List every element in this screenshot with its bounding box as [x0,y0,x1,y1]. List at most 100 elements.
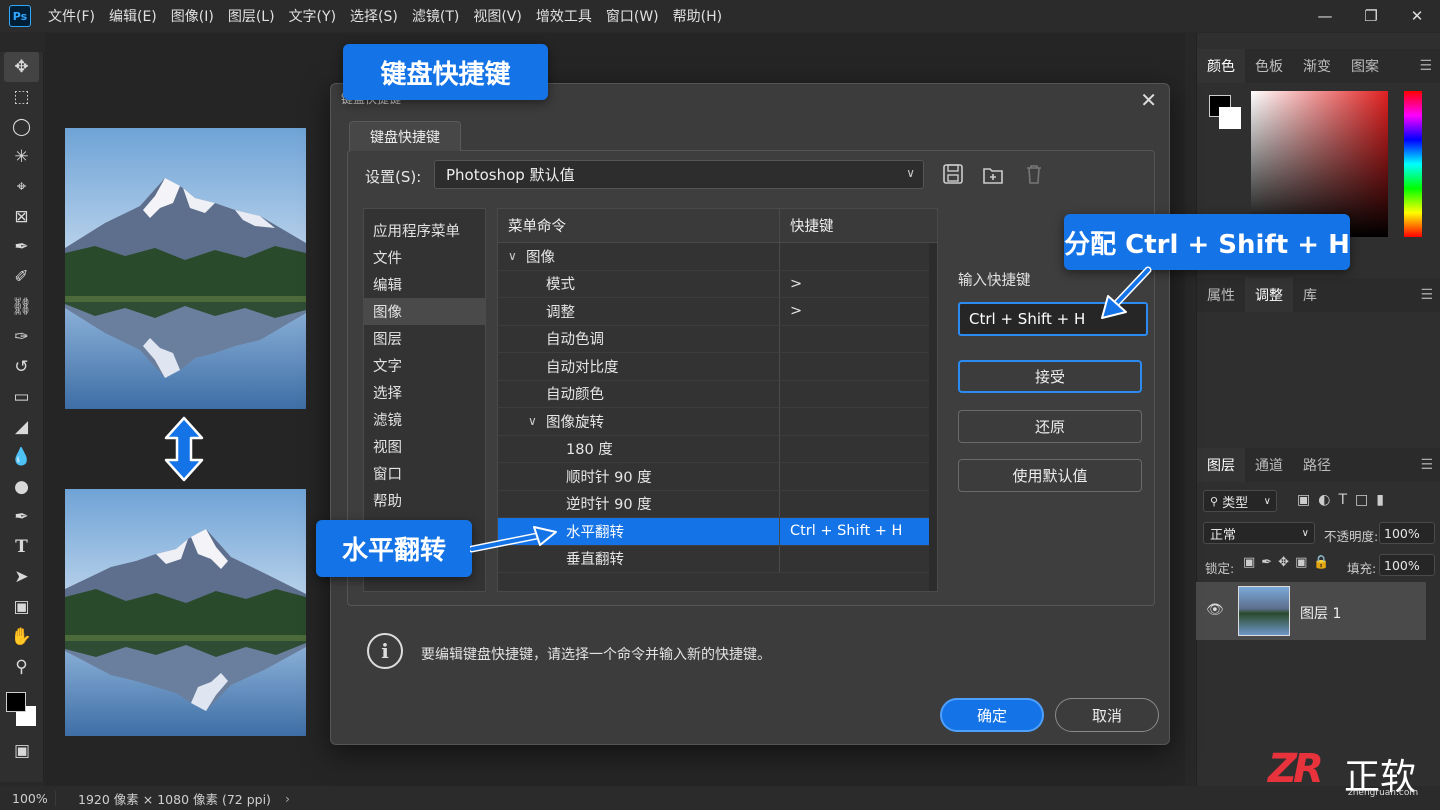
brush-tool-icon[interactable]: ✑ [0,322,43,352]
scrollbar[interactable] [929,243,937,591]
color-background-swatch[interactable] [1219,107,1241,129]
type-tool-icon[interactable]: T [0,532,43,562]
layer-row[interactable]: 👁 图层 1 [1196,582,1426,640]
table-row[interactable]: ∨ 图像 [498,243,937,271]
tab-color[interactable]: 颜色 [1197,49,1245,83]
quick-select-tool-icon[interactable]: ✳ [0,142,43,172]
table-row[interactable]: 调整 > [498,298,937,326]
menu-window[interactable]: 窗口(W) [599,6,666,26]
close-window-icon[interactable]: ✕ [1394,0,1440,32]
gradient-tool-icon[interactable]: ◢ [0,412,43,442]
lock-icons[interactable]: ▣✒✥▣🔒 [1243,555,1336,570]
crop-tool-icon[interactable]: ⌖ [0,172,43,202]
marquee-tool-icon[interactable]: ⬚ [0,82,43,112]
hand-tool-icon[interactable]: ✋ [0,622,43,652]
category-layer[interactable]: 图层 [364,325,485,352]
table-row[interactable]: 垂直翻转 [498,545,937,573]
layer-filter-select[interactable]: ⚲ 类型 ∨ [1203,490,1277,512]
tab-paths[interactable]: 路径 [1293,448,1341,482]
tab-adjustments[interactable]: 调整 [1245,278,1293,312]
ok-button[interactable]: 确定 [940,698,1044,732]
category-help[interactable]: 帮助 [364,487,485,514]
close-icon[interactable]: ✕ [1140,88,1157,112]
undo-button[interactable]: 还原 [958,410,1142,443]
accept-button[interactable]: 接受 [958,360,1142,393]
menu-file[interactable]: 文件(F) [41,6,102,26]
dodge-tool-icon[interactable]: ● [0,472,43,502]
frame-tool-icon[interactable]: ⊠ [0,202,43,232]
menu-type[interactable]: 文字(Y) [282,6,343,26]
tab-patterns[interactable]: 图案 [1341,49,1389,83]
category-filter[interactable]: 滤镜 [364,406,485,433]
menu-filter[interactable]: 滤镜(T) [405,6,466,26]
stamp-tool-icon[interactable]: ⛓ [0,292,43,322]
category-image[interactable]: 图像 [364,298,485,325]
layer-filter-icons[interactable]: ▣◐T□▮ [1297,492,1392,508]
blend-mode-select[interactable]: 正常 ∨ [1203,522,1315,544]
move-tool-icon[interactable]: ✥ [4,52,39,82]
new-set-icon[interactable] [982,163,1004,185]
eraser-tool-icon[interactable]: ▭ [0,382,43,412]
history-brush-tool-icon[interactable]: ↺ [0,352,43,382]
use-default-button[interactable]: 使用默认值 [958,459,1142,492]
minimize-icon[interactable]: — [1302,0,1348,32]
menu-layer[interactable]: 图层(L) [221,6,282,26]
menu-view[interactable]: 视图(V) [466,6,529,26]
category-file[interactable]: 文件 [364,244,485,271]
shortcut-set-select[interactable]: Photoshop 默认值 ∨ [434,160,924,189]
table-row[interactable]: 自动颜色 [498,380,937,408]
menu-select[interactable]: 选择(S) [343,6,405,26]
opacity-input[interactable]: 100% [1379,522,1435,544]
tab-channels[interactable]: 通道 [1245,448,1293,482]
category-select[interactable]: 选择 [364,379,485,406]
panel-menu-icon[interactable]: ☰ [1419,58,1432,74]
menu-help[interactable]: 帮助(H) [666,6,729,26]
shape-tool-icon[interactable]: ▣ [0,592,43,622]
menu-image[interactable]: 图像(I) [164,6,221,26]
category-type[interactable]: 文字 [364,352,485,379]
table-row[interactable]: 逆时针 90 度 [498,490,937,518]
category-edit[interactable]: 编辑 [364,271,485,298]
category-app-menus[interactable]: 应用程序菜单 [364,217,485,244]
panel-menu-icon[interactable]: ☰ [1420,287,1433,303]
zoom-tool-icon[interactable]: ⚲ [0,652,43,682]
panel-menu-icon[interactable]: ☰ [1420,457,1433,473]
category-view[interactable]: 视图 [364,433,485,460]
restore-icon[interactable]: ❐ [1348,0,1394,32]
category-window[interactable]: 窗口 [364,460,485,487]
screen-mode-icon[interactable]: ▣ [0,736,44,766]
healing-brush-tool-icon[interactable]: ✐ [0,262,43,292]
trash-icon[interactable] [1023,163,1045,185]
flipped-image [65,489,306,736]
fill-input[interactable]: 100% [1379,554,1435,576]
blur-tool-icon[interactable]: 💧 [0,442,43,472]
hue-slider[interactable] [1404,91,1422,237]
eyedropper-tool-icon[interactable]: ✒ [0,232,43,262]
twisty-icon[interactable]: ∨ [508,249,526,263]
path-select-tool-icon[interactable]: ➤ [0,562,43,592]
pen-tool-icon[interactable]: ✒ [0,502,43,532]
chevron-right-icon[interactable]: › [285,791,290,806]
cancel-button[interactable]: 取消 [1055,698,1159,732]
table-row[interactable]: 180 度 [498,435,937,463]
table-row[interactable]: 模式 > [498,270,937,298]
tab-keyboard-shortcuts[interactable]: 键盘快捷键 [349,121,461,151]
zoom-level[interactable]: 100% [0,790,56,806]
lasso-tool-icon[interactable]: ◯ [0,112,43,142]
table-row[interactable]: 顺时针 90 度 [498,463,937,491]
eye-visibility-icon[interactable]: 👁 [1206,602,1224,618]
table-row[interactable]: 水平翻转 Ctrl + Shift + H [498,518,937,546]
save-set-icon[interactable] [942,163,964,185]
tab-properties[interactable]: 属性 [1197,278,1245,312]
tab-layers[interactable]: 图层 [1197,448,1245,482]
menu-edit[interactable]: 编辑(E) [102,6,164,26]
table-row[interactable]: 自动对比度 [498,353,937,381]
menu-plugins[interactable]: 增效工具 [529,6,599,26]
table-row[interactable]: 自动色调 [498,325,937,353]
tab-libraries[interactable]: 库 [1293,278,1327,312]
tab-swatches[interactable]: 色板 [1245,49,1293,83]
foreground-color-swatch[interactable] [6,692,26,712]
twisty-icon[interactable]: ∨ [528,414,546,428]
table-row[interactable]: ∨ 图像旋转 [498,408,937,436]
tab-gradients[interactable]: 渐变 [1293,49,1341,83]
